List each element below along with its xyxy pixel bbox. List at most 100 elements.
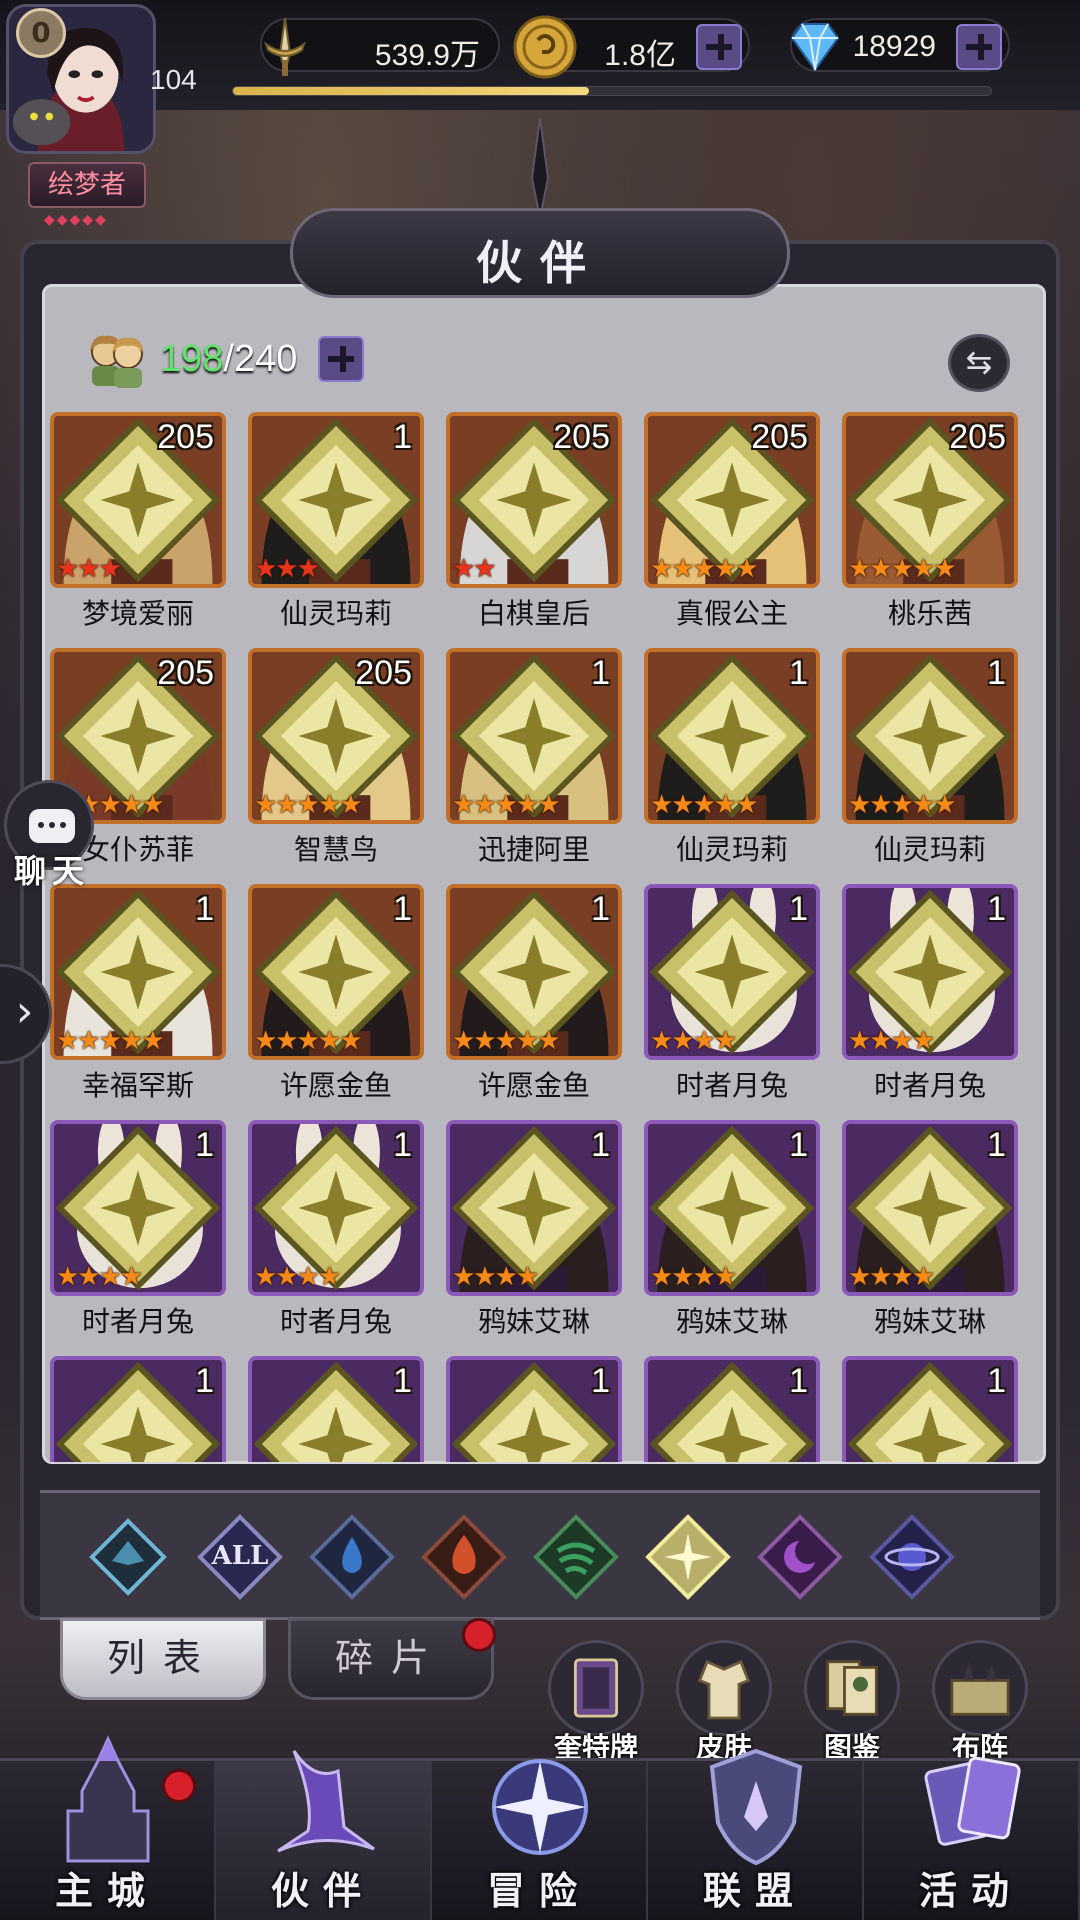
partner-stars: ★★★★ bbox=[650, 1026, 737, 1056]
partner-card[interactable]: 1 ★★★★★ 迅捷阿里 bbox=[446, 648, 622, 868]
nav-label: 联盟 bbox=[702, 1869, 807, 1913]
partner-card[interactable]: 1 ★★★★ 时者月兔 bbox=[50, 1120, 226, 1340]
partner-level: 1 bbox=[393, 890, 412, 928]
partner-stars: ★★★★ bbox=[650, 1262, 737, 1292]
partner-level: 1 bbox=[789, 890, 808, 928]
partner-portrait: 1 ★★★★ bbox=[842, 884, 1018, 1060]
nav-cards[interactable]: 活动 bbox=[864, 1756, 1080, 1920]
partner-card[interactable]: 1 ★★★★ bbox=[644, 1356, 820, 1462]
partner-stars: ★★★★★ bbox=[650, 554, 759, 584]
partner-name: 仙灵玛莉 bbox=[675, 833, 788, 866]
partner-card[interactable]: 1 ★★★★ bbox=[446, 1356, 622, 1462]
diamond-eye-icon bbox=[89, 1518, 167, 1596]
filter-all-label: ALL bbox=[211, 1541, 269, 1571]
partner-level: 205 bbox=[157, 654, 214, 692]
partner-portrait: 205 ★★ bbox=[446, 412, 622, 588]
sort-toggle-button[interactable]: ⇆ bbox=[948, 334, 1010, 392]
nav-shield[interactable]: 联盟 bbox=[648, 1748, 864, 1920]
filter-wind-button[interactable] bbox=[530, 1511, 622, 1603]
partner-card[interactable]: 205 ★★★★★ 智慧鸟 bbox=[248, 648, 424, 868]
partner-card[interactable]: 1 ★★★★ 时者月兔 bbox=[248, 1120, 424, 1340]
partner-level: 1 bbox=[789, 654, 808, 692]
partner-card[interactable]: 1 ★★★★★ 仙灵玛莉 bbox=[644, 648, 820, 868]
partner-portrait: 1 ★★★★★ bbox=[50, 884, 226, 1060]
partner-card[interactable]: 205 ★★ 白棋皇后 bbox=[446, 412, 622, 632]
partner-card[interactable]: 1 ★★★★★ 仙灵玛莉 bbox=[842, 648, 1018, 868]
partner-card[interactable]: 1 ★★★★ bbox=[50, 1356, 226, 1462]
partner-card[interactable]: 205 ★★★★★ 真假公主 bbox=[644, 412, 820, 632]
partner-stars: ★★★★★ bbox=[254, 1026, 363, 1056]
partner-card[interactable]: 1 ★★★★★ 许愿金鱼 bbox=[446, 884, 622, 1104]
witch-hat-icon bbox=[277, 1750, 375, 1853]
album-icon bbox=[804, 1640, 900, 1736]
partner-portrait: 205 ★★★★★ bbox=[248, 648, 424, 824]
partner-level: 205 bbox=[751, 418, 808, 456]
partner-card[interactable]: 1 ★★★★ 鸦妹艾琳 bbox=[842, 1120, 1018, 1340]
partner-portrait: 1 ★★★★★ bbox=[248, 884, 424, 1060]
page-title: 伙伴 bbox=[476, 236, 604, 290]
chat-bubble-icon bbox=[29, 809, 75, 843]
partner-card[interactable]: 1 ★★★★ bbox=[248, 1356, 424, 1462]
partner-level: 1 bbox=[195, 1126, 214, 1164]
partner-portrait: 1 ★★★★ bbox=[50, 1356, 226, 1462]
partner-level: 1 bbox=[591, 890, 610, 928]
partner-stars: ★★★★ bbox=[254, 1262, 341, 1292]
partner-card[interactable]: 1 ★★★★ bbox=[842, 1356, 1018, 1462]
player-title-badge[interactable]: 绘梦者 bbox=[28, 162, 146, 208]
player-level: 104 bbox=[150, 64, 197, 95]
partner-portrait: 1 ★★★★ bbox=[644, 1356, 820, 1462]
partner-level: 1 bbox=[591, 654, 610, 692]
partner-name: 桃乐茜 bbox=[887, 597, 972, 630]
partner-card[interactable]: 205 ★★★★★ 桃乐茜 bbox=[842, 412, 1018, 632]
nav-compass-star[interactable]: 冒险 bbox=[432, 1759, 648, 1920]
roster-max: 240 bbox=[233, 338, 298, 380]
partner-name: 仙灵玛莉 bbox=[279, 597, 392, 630]
gold-value: 1.8亿 bbox=[604, 39, 676, 72]
expand-roster-button[interactable] bbox=[318, 336, 364, 382]
partner-card[interactable]: 1 ★★★★ 鸦妹艾琳 bbox=[446, 1120, 622, 1340]
filter-light-button[interactable] bbox=[642, 1511, 734, 1603]
tab-list[interactable]: 列表 bbox=[60, 1618, 266, 1700]
filter-water-button[interactable] bbox=[306, 1511, 398, 1603]
filter-default-button[interactable] bbox=[82, 1511, 174, 1603]
roster-count-text: 198/240 bbox=[160, 338, 298, 380]
nav-witch-hat[interactable]: 伙伴 bbox=[216, 1750, 432, 1920]
partner-name: 鸦妹艾琳 bbox=[477, 1305, 590, 1338]
partner-level: 1 bbox=[987, 890, 1006, 928]
partner-name: 仙灵玛莉 bbox=[873, 833, 986, 866]
partner-level: 205 bbox=[553, 418, 610, 456]
gold-coin-icon bbox=[513, 15, 577, 79]
partner-level: 1 bbox=[987, 1362, 1006, 1400]
moon-icon bbox=[757, 1514, 843, 1600]
partner-card[interactable]: 1 ★★★★ 时者月兔 bbox=[644, 884, 820, 1104]
partner-portrait: 1 ★★★★★ bbox=[842, 648, 1018, 824]
partner-name: 时者月兔 bbox=[873, 1069, 986, 1102]
cards-icon bbox=[924, 1756, 1021, 1846]
gold-add-button[interactable] bbox=[696, 24, 742, 70]
partner-portrait: 205 ★★★ bbox=[50, 412, 226, 588]
vip-badge[interactable]: 0 bbox=[16, 8, 66, 58]
nav-castle[interactable]: 主城 bbox=[0, 1735, 216, 1920]
partner-portrait: 1 ★★★★★ bbox=[644, 648, 820, 824]
partner-grid[interactable]: 205 ★★★ 梦境爱丽 1 ★★★ 仙灵玛莉 205 ★★ 白棋皇后 205 … bbox=[50, 412, 1030, 1462]
partner-card[interactable]: 1 ★★★★★ 幸福罕斯 bbox=[50, 884, 226, 1104]
partner-stars: ★★★★★ bbox=[650, 790, 759, 820]
filter-fire-button[interactable] bbox=[418, 1511, 510, 1603]
partner-card[interactable]: 1 ★★★ 仙灵玛莉 bbox=[248, 412, 424, 632]
filter-dark-button[interactable] bbox=[754, 1511, 846, 1603]
partner-card[interactable]: 205 ★★★ 梦境爱丽 bbox=[50, 412, 226, 632]
partner-card[interactable]: 1 ★★★★ 鸦妹艾琳 bbox=[644, 1120, 820, 1340]
card-deck-icon bbox=[548, 1640, 644, 1736]
partner-stars: ★★★★★ bbox=[452, 790, 561, 820]
gem-add-button[interactable] bbox=[956, 24, 1002, 70]
filter-all-button[interactable]: ALL bbox=[194, 1511, 286, 1603]
sword-icon bbox=[264, 17, 306, 76]
partner-card[interactable]: 1 ★★★★ 时者月兔 bbox=[842, 884, 1018, 1104]
sun-icon bbox=[645, 1514, 731, 1600]
shield-icon bbox=[709, 1748, 803, 1866]
partner-card[interactable]: 1 ★★★★★ 许愿金鱼 bbox=[248, 884, 424, 1104]
filter-cosmic-button[interactable] bbox=[866, 1511, 958, 1603]
element-filter-bar: ALL bbox=[40, 1490, 1040, 1620]
partners-icon bbox=[90, 335, 144, 388]
partner-name: 许愿金鱼 bbox=[279, 1069, 392, 1102]
